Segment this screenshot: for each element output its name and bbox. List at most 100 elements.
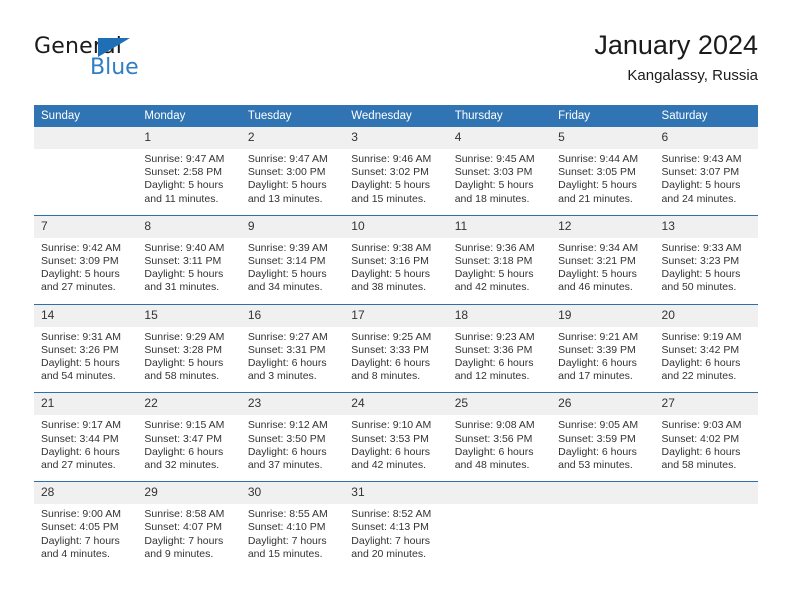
- day-cell-empty: [551, 504, 655, 571]
- day-cell-22[interactable]: Sunrise: 9:15 AM Sunset: 3:47 PM Daylight:…: [137, 415, 241, 482]
- week-detail-row: Sunrise: 9:42 AM Sunset: 3:09 PM Daylight:…: [34, 237, 758, 304]
- day-number-14[interactable]: 14: [34, 304, 138, 327]
- day-detail-line: and 27 minutes.: [41, 459, 116, 472]
- day-detail-line: Daylight: 6 hours: [351, 357, 431, 370]
- day-detail-line: Daylight: 5 hours: [454, 179, 534, 192]
- day-cell-21[interactable]: Sunrise: 9:17 AM Sunset: 3:44 PM Daylight:…: [34, 415, 138, 482]
- day-detail-line: Sunrise: 9:17 AM: [41, 419, 121, 432]
- day-number-15[interactable]: 15: [137, 304, 241, 327]
- day-number-10[interactable]: 10: [344, 215, 448, 238]
- day-detail-line: [455, 548, 545, 561]
- day-detail-line: [455, 508, 545, 521]
- day-detail-line: Sunset: 3:11 PM: [144, 255, 222, 268]
- title-block: January 2024 Kangalassy, Russia: [594, 28, 758, 87]
- day-cell-3[interactable]: Sunrise: 9:46 AM Sunset: 3:02 PM Daylight:…: [344, 149, 448, 215]
- day-detail-line: Daylight: 5 hours: [247, 268, 327, 281]
- day-detail-line: and 22 minutes.: [661, 370, 737, 383]
- day-number-13[interactable]: 13: [654, 215, 758, 238]
- day-number-20[interactable]: 20: [654, 304, 758, 327]
- day-number-3[interactable]: 3: [344, 127, 448, 149]
- day-detail-line: and 42 minutes.: [351, 459, 426, 472]
- day-number-25[interactable]: 25: [447, 393, 552, 416]
- day-number-2[interactable]: 2: [240, 127, 345, 149]
- day-number-16[interactable]: 16: [240, 304, 345, 327]
- day-detail-line: Sunrise: 9:42 AM: [41, 241, 121, 254]
- day-detail-line: Sunrise: 8:58 AM: [144, 508, 225, 521]
- day-detail-line: and 50 minutes.: [661, 281, 737, 294]
- day-cell-4[interactable]: Sunrise: 9:45 AM Sunset: 3:03 PM Daylight:…: [447, 149, 552, 215]
- day-cell-30[interactable]: Sunrise: 8:55 AM Sunset: 4:10 PM Daylight:…: [240, 504, 345, 571]
- day-number-empty: [654, 482, 758, 505]
- day-detail-line: Daylight: 5 hours: [144, 179, 224, 192]
- day-cell-17[interactable]: Sunrise: 9:25 AM Sunset: 3:33 PM Daylight:…: [344, 326, 448, 393]
- day-detail-line: Sunset: 3:02 PM: [351, 166, 429, 179]
- day-cell-15[interactable]: Sunrise: 9:29 AM Sunset: 3:28 PM Daylight:…: [137, 326, 241, 393]
- day-detail-line: Daylight: 6 hours: [247, 445, 327, 458]
- day-detail-line: and 48 minutes.: [454, 459, 530, 472]
- day-detail-line: Sunrise: 9:10 AM: [351, 419, 432, 432]
- day-number-22[interactable]: 22: [137, 393, 241, 416]
- day-detail-line: [662, 535, 752, 548]
- day-number-9[interactable]: 9: [240, 215, 345, 238]
- day-detail-line: [558, 535, 648, 548]
- day-cell-14[interactable]: Sunrise: 9:31 AM Sunset: 3:26 PM Daylight:…: [34, 326, 138, 393]
- day-number-26[interactable]: 26: [551, 393, 655, 416]
- day-cell-5[interactable]: Sunrise: 9:44 AM Sunset: 3:05 PM Daylight:…: [551, 149, 655, 215]
- day-detail-line: and 18 minutes.: [454, 192, 530, 205]
- brand-logo[interactable]: General Blue: [34, 34, 284, 90]
- day-cell-20[interactable]: Sunrise: 9:19 AM Sunset: 3:42 PM Daylight:…: [654, 326, 758, 393]
- day-cell-12[interactable]: Sunrise: 9:34 AM Sunset: 3:21 PM Daylight:…: [551, 237, 655, 304]
- day-detail-line: and 12 minutes.: [454, 370, 530, 383]
- day-detail-line: [662, 521, 752, 534]
- day-detail-line: and 8 minutes.: [351, 370, 421, 383]
- day-number-5[interactable]: 5: [551, 127, 655, 149]
- day-cell-1[interactable]: Sunrise: 9:47 AM Sunset: 2:58 PM Daylight:…: [137, 149, 241, 215]
- day-cell-23[interactable]: Sunrise: 9:12 AM Sunset: 3:50 PM Daylight:…: [240, 415, 345, 482]
- day-cell-7[interactable]: Sunrise: 9:42 AM Sunset: 3:09 PM Daylight:…: [34, 237, 138, 304]
- day-cell-28[interactable]: Sunrise: 9:00 AM Sunset: 4:05 PM Daylight:…: [34, 504, 138, 571]
- day-cell-27[interactable]: Sunrise: 9:03 AM Sunset: 4:02 PM Daylight:…: [654, 415, 758, 482]
- day-number-12[interactable]: 12: [551, 215, 655, 238]
- day-number-8[interactable]: 8: [137, 215, 241, 238]
- day-detail-line: Sunset: 2:58 PM: [144, 166, 223, 179]
- day-cell-16[interactable]: Sunrise: 9:27 AM Sunset: 3:31 PM Daylight:…: [240, 326, 345, 393]
- day-cell-9[interactable]: Sunrise: 9:39 AM Sunset: 3:14 PM Daylight:…: [240, 237, 345, 304]
- day-number-28[interactable]: 28: [34, 482, 138, 505]
- day-cell-18[interactable]: Sunrise: 9:23 AM Sunset: 3:36 PM Daylight:…: [447, 326, 552, 393]
- day-cell-31[interactable]: Sunrise: 8:52 AM Sunset: 4:13 PM Daylight:…: [344, 504, 448, 571]
- day-number-24[interactable]: 24: [344, 393, 448, 416]
- day-cell-19[interactable]: Sunrise: 9:21 AM Sunset: 3:39 PM Daylight:…: [551, 326, 655, 393]
- day-number-19[interactable]: 19: [551, 304, 655, 327]
- day-number-31[interactable]: 31: [344, 482, 448, 505]
- day-detail-line: Daylight: 6 hours: [144, 445, 224, 458]
- day-number-6[interactable]: 6: [654, 127, 758, 149]
- day-number-30[interactable]: 30: [240, 482, 345, 505]
- week-detail-row: Sunrise: 9:31 AM Sunset: 3:26 PM Daylight:…: [34, 326, 758, 393]
- day-cell-24[interactable]: Sunrise: 9:10 AM Sunset: 3:53 PM Daylight:…: [344, 415, 448, 482]
- day-number-11[interactable]: 11: [447, 215, 552, 238]
- day-detail-line: Sunrise: 9:05 AM: [558, 419, 639, 432]
- day-number-18[interactable]: 18: [447, 304, 552, 327]
- day-number-17[interactable]: 17: [344, 304, 448, 327]
- day-cell-13[interactable]: Sunrise: 9:33 AM Sunset: 3:23 PM Daylight:…: [654, 237, 758, 304]
- day-cell-8[interactable]: Sunrise: 9:40 AM Sunset: 3:11 PM Daylight:…: [137, 237, 241, 304]
- day-cell-11[interactable]: Sunrise: 9:36 AM Sunset: 3:18 PM Daylight:…: [447, 237, 552, 304]
- day-number-29[interactable]: 29: [137, 482, 241, 505]
- day-cell-10[interactable]: Sunrise: 9:38 AM Sunset: 3:16 PM Daylight:…: [344, 237, 448, 304]
- day-cell-29[interactable]: Sunrise: 8:58 AM Sunset: 4:07 PM Daylight:…: [137, 504, 241, 571]
- day-cell-6[interactable]: Sunrise: 9:43 AM Sunset: 3:07 PM Daylight:…: [654, 149, 758, 215]
- day-cell-2[interactable]: Sunrise: 9:47 AM Sunset: 3:00 PM Daylight:…: [240, 149, 345, 215]
- day-number-1[interactable]: 1: [137, 127, 241, 149]
- day-detail-line: and 21 minutes.: [558, 192, 633, 205]
- day-detail-line: Daylight: 7 hours: [144, 534, 224, 547]
- day-number-27[interactable]: 27: [654, 393, 758, 416]
- day-cell-25[interactable]: Sunrise: 9:08 AM Sunset: 3:56 PM Daylight:…: [447, 415, 552, 482]
- day-detail-line: Sunrise: 9:43 AM: [661, 153, 742, 165]
- day-number-7[interactable]: 7: [34, 215, 138, 238]
- day-number-23[interactable]: 23: [240, 393, 345, 416]
- day-detail-line: Sunrise: 8:55 AM: [247, 508, 328, 521]
- day-number-4[interactable]: 4: [447, 127, 552, 149]
- day-detail-line: Sunset: 4:10 PM: [247, 521, 326, 534]
- day-cell-26[interactable]: Sunrise: 9:05 AM Sunset: 3:59 PM Daylight:…: [551, 415, 655, 482]
- day-number-21[interactable]: 21: [34, 393, 138, 416]
